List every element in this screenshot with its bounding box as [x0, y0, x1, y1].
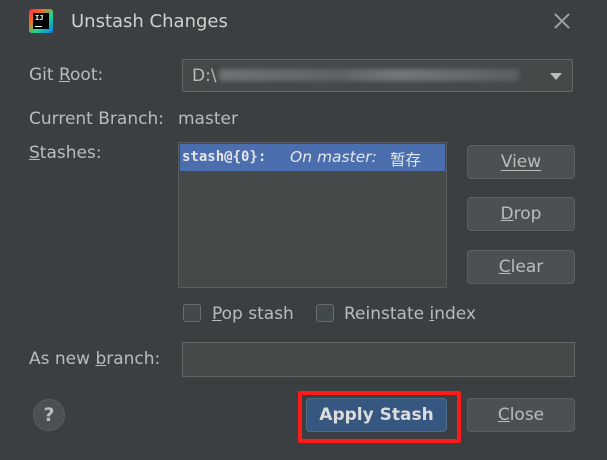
- title-bar: IJ Unstash Changes: [0, 0, 607, 44]
- stash-note: 暂存: [390, 151, 422, 169]
- stash-list[interactable]: stash@{0}: On master: 暂存: [178, 142, 447, 288]
- dialog-title: Unstash Changes: [71, 11, 228, 32]
- annotation-highlight-box: [298, 391, 461, 443]
- pop-stash-checkbox[interactable]: [183, 304, 201, 322]
- close-icon[interactable]: [551, 10, 573, 32]
- unstash-dialog: IJ Unstash Changes Git Root: D:\ Current…: [0, 0, 607, 460]
- current-branch-value: master: [178, 109, 238, 129]
- stash-ref: stash@{0}:: [182, 149, 267, 165]
- stash-message: On master:: [290, 148, 377, 166]
- blurred-path: [219, 69, 519, 81]
- drop-button[interactable]: Drop: [467, 197, 575, 231]
- reinstate-index-label[interactable]: Reinstate index: [344, 304, 476, 324]
- clear-button[interactable]: Clear: [467, 250, 575, 284]
- stashes-label: Stashes:: [29, 143, 102, 163]
- new-branch-label: As new branch:: [29, 349, 161, 369]
- git-root-select[interactable]: D:\: [182, 59, 573, 92]
- view-button[interactable]: View: [467, 145, 575, 179]
- new-branch-input[interactable]: [182, 342, 575, 377]
- git-root-value: D:\: [192, 66, 217, 86]
- help-button[interactable]: ?: [33, 399, 65, 431]
- intellij-idea-icon: IJ: [29, 9, 53, 33]
- reinstate-index-checkbox[interactable]: [316, 304, 334, 322]
- list-item[interactable]: stash@{0}: On master: 暂存: [180, 144, 445, 171]
- git-root-label: Git Root:: [29, 65, 104, 85]
- pop-stash-label[interactable]: Pop stash: [212, 304, 294, 324]
- chevron-down-icon[interactable]: [550, 73, 562, 80]
- close-button[interactable]: Close: [467, 398, 575, 432]
- current-branch-label: Current Branch:: [29, 109, 164, 129]
